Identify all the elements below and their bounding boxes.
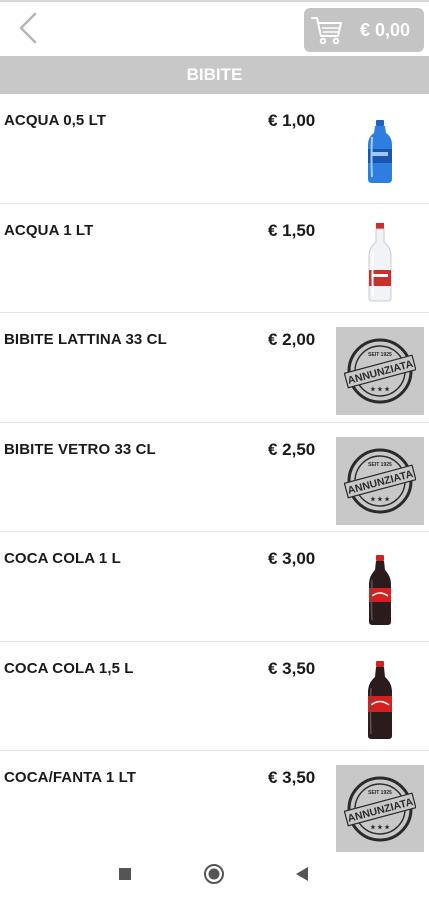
triangle-back-icon <box>295 866 309 887</box>
svg-text:★ ★ ★: ★ ★ ★ <box>370 824 390 831</box>
system-back-button[interactable] <box>288 862 316 890</box>
circle-icon <box>203 863 225 890</box>
cart-total: € 0,00 <box>359 20 410 40</box>
product-row[interactable]: COCA/FANTA 1 LT € 3,50 SEIT 1925 ANNUNZI… <box>0 751 429 861</box>
product-price: € 1,00 <box>268 111 316 130</box>
product-price: € 2,00 <box>268 330 316 349</box>
product-name: BIBITE LATTINA 33 CL <box>4 331 167 348</box>
product-price: € 2,50 <box>268 439 316 459</box>
product-row[interactable]: ACQUA 0,5 LT € 1,00 <box>0 94 429 204</box>
category-title: BIBITE <box>0 56 429 94</box>
glass-water-bottle-image <box>336 218 424 306</box>
svg-text:SEIT 1925: SEIT 1925 <box>368 462 392 468</box>
product-row[interactable]: BIBITE VETRO 33 CL € 2,50 SEIT 1925 ANNU… <box>0 422 429 532</box>
svg-text:★ ★ ★: ★ ★ ★ <box>370 496 390 503</box>
product-price: € 3,50 <box>268 768 316 787</box>
cart-button[interactable]: € 0,00 <box>304 8 424 52</box>
product-name: COCA/FANTA 1 LT <box>4 769 137 786</box>
recents-button[interactable] <box>111 862 139 890</box>
product-row[interactable]: COCA COLA 1,5 L € 3,50 <box>0 641 429 751</box>
product-row[interactable]: COCA COLA 1 L € 3,00 <box>0 532 429 642</box>
svg-text:SEIT 1925: SEIT 1925 <box>368 352 392 358</box>
home-button[interactable] <box>200 862 228 890</box>
product-row[interactable]: BIBITE LATTINA 33 CL € 2,00 SEIT 1925 AN… <box>0 313 429 423</box>
back-button[interactable] <box>10 10 46 50</box>
product-name: COCA COLA 1 L <box>4 550 121 567</box>
product-price: € 3,00 <box>268 549 316 568</box>
system-navigation-bar <box>0 852 429 900</box>
product-list: ACQUA 0,5 LT € 1,00 ACQUA 1 LT € 1,50 BI… <box>0 94 429 861</box>
annunziata-stamp-image: SEIT 1925 ANNUNZIATA ★ ★ ★ <box>336 765 424 853</box>
product-name: BIBITE VETRO 33 CL <box>4 440 156 458</box>
chevron-left-icon <box>17 12 39 49</box>
product-name: ACQUA 1 LT <box>4 221 94 239</box>
blue-water-bottle-image <box>336 108 424 196</box>
product-price: € 1,50 <box>268 220 316 240</box>
product-name: COCA COLA 1,5 L <box>4 659 134 677</box>
svg-text:★ ★ ★: ★ ★ ★ <box>370 386 390 393</box>
cola-bottle-image <box>336 546 424 634</box>
product-price: € 3,50 <box>268 658 316 678</box>
annunziata-stamp-image: SEIT 1925 ANNUNZIATA ★ ★ ★ <box>336 436 424 525</box>
product-row[interactable]: ACQUA 1 LT € 1,50 <box>0 203 429 313</box>
top-bar: € 0,00 <box>0 0 429 56</box>
annunziata-stamp-image: SEIT 1925 ANNUNZIATA ★ ★ ★ <box>336 327 424 415</box>
svg-text:SEIT 1925: SEIT 1925 <box>368 790 392 796</box>
product-name: ACQUA 0,5 LT <box>4 112 107 129</box>
shopping-cart-icon <box>310 14 344 51</box>
square-icon <box>118 867 132 886</box>
cola-bottle-image <box>336 656 424 744</box>
